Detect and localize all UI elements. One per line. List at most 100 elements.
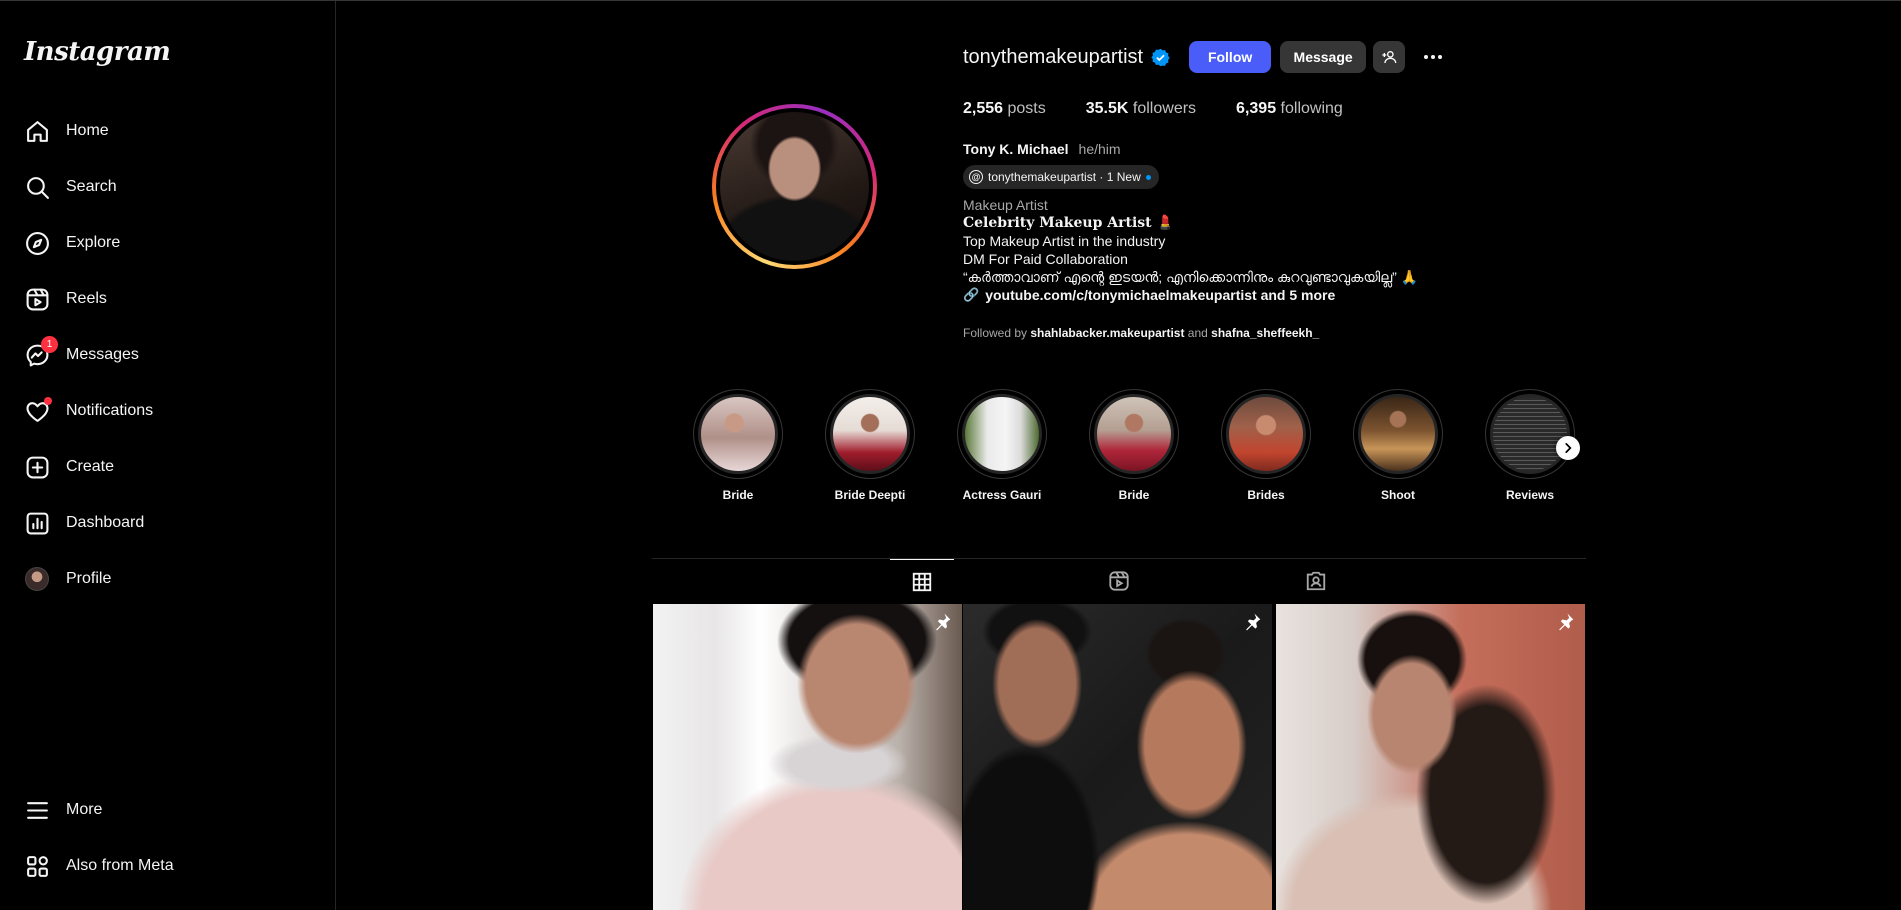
dashboard-icon [24, 510, 50, 536]
reels-icon [24, 286, 50, 312]
highlight-label: Reviews [1505, 488, 1555, 502]
name-row: Tony K. Michael he/him [963, 141, 1121, 157]
profile-username: tonythemakeupartist [963, 45, 1144, 68]
messenger-icon: 1 [24, 336, 58, 368]
followed-by-user[interactable]: shahlabacker.makeupartist [1030, 326, 1184, 340]
sidebar-item-label: More [66, 801, 103, 818]
sidebar-item-label: Home [66, 122, 109, 139]
sidebar-item-home[interactable]: Home [12, 107, 322, 155]
posts-stat: 2,556 posts [963, 100, 1046, 118]
verified-badge-icon [1151, 48, 1170, 66]
search-icon [24, 174, 50, 200]
story-highlight[interactable]: Brides [1200, 389, 1332, 502]
instagram-logo[interactable]: Instagram [24, 37, 171, 67]
tab-reels[interactable] [1087, 559, 1151, 603]
sidebar-item-label: Explore [66, 234, 121, 251]
followed-by-prefix: Followed by [963, 326, 1028, 340]
threads-badge[interactable]: @ tonythemakeupartist · 1 New [963, 165, 1159, 189]
followed-by[interactable]: Followed by shahlabacker.makeupartist an… [963, 326, 1319, 340]
sidebar-item-label: Messages [66, 346, 139, 363]
sidebar-item-notifications[interactable]: Notifications [12, 387, 322, 435]
follow-button[interactable]: Follow [1189, 41, 1272, 73]
sidebar-item-profile[interactable]: Profile [12, 555, 322, 603]
hamburger-menu-icon [24, 797, 50, 823]
sidebar-item-label: Search [66, 178, 117, 195]
tab-tagged[interactable] [1284, 559, 1348, 603]
profile-stats: 2,556 posts 35.5K followers 6,395 follow… [963, 100, 1383, 118]
posts-label: posts [1007, 100, 1046, 117]
sidebar-item-explore[interactable]: Explore [12, 219, 322, 267]
highlight-label: Bride [722, 488, 754, 502]
suggested-users-button[interactable] [1373, 41, 1406, 73]
highlight-label: Brides [1247, 488, 1285, 502]
sidebar: Instagram Home Search Explore Reels 1 Me… [0, 1, 336, 910]
sidebar-item-also-from-meta[interactable]: Also from Meta [12, 842, 322, 890]
full-name: Tony K. Michael [963, 141, 1069, 157]
messages-badge: 1 [41, 336, 58, 353]
pinned-post-icon [1242, 612, 1264, 634]
bio-line: Celebrity Makeup Artist 💄 [963, 215, 1174, 231]
ellipsis-icon [1424, 55, 1443, 59]
story-highlight[interactable]: Actress Gauri [936, 389, 1068, 502]
post-thumbnail[interactable] [1276, 604, 1585, 910]
story-highlight[interactable]: Bride Deepti [804, 389, 936, 502]
reels-icon [1109, 571, 1129, 591]
highlight-cover [1094, 394, 1174, 474]
bio-link-text: youtube.com/c/tonymichaelmakeupartist an… [985, 287, 1336, 303]
add-person-icon [1382, 51, 1397, 64]
highlight-label: Bride Deepti [834, 488, 906, 502]
followed-by-user[interactable]: shafna_sheffeekh_ [1211, 326, 1319, 340]
profile-photo [720, 112, 869, 261]
bio-link[interactable]: 🔗 youtube.com/c/tonymichaelmakeupartist … [963, 286, 1418, 304]
highlight-cover [1358, 394, 1438, 474]
followers-stat[interactable]: 35.5K followers [1086, 100, 1196, 118]
highlight-cover [1490, 394, 1570, 474]
post-thumbnail[interactable] [653, 604, 962, 910]
story-highlight[interactable]: Bride [672, 389, 804, 502]
sidebar-item-more[interactable]: More [12, 786, 322, 834]
post-thumbnail[interactable] [963, 604, 1272, 910]
bio-line: DM For Paid Collaboration [963, 251, 1128, 267]
profile-bio: Makeup Artist Celebrity Makeup Artist 💄 … [963, 196, 1418, 304]
highlight-label: Actress Gauri [962, 488, 1042, 502]
pronouns: he/him [1078, 141, 1121, 157]
more-options-button[interactable] [1421, 45, 1445, 69]
compass-icon [24, 230, 50, 256]
sidebar-item-messages[interactable]: 1 Messages [12, 331, 322, 379]
sidebar-item-search[interactable]: Search [12, 163, 322, 211]
pinned-post-icon [932, 612, 954, 634]
meta-apps-icon [24, 853, 50, 879]
sidebar-item-label: Dashboard [66, 514, 145, 531]
heart-icon [24, 397, 52, 424]
sidebar-item-label: Create [66, 458, 115, 475]
sidebar-item-dashboard[interactable]: Dashboard [12, 499, 322, 547]
tab-posts[interactable] [890, 559, 954, 603]
profile-title-row: tonythemakeupartist Follow Message [963, 41, 1445, 73]
following-count: 6,395 [1236, 100, 1277, 117]
sidebar-item-create[interactable]: Create [12, 443, 322, 491]
sidebar-item-label: Reels [66, 290, 107, 307]
link-icon: 🔗 [963, 287, 980, 302]
bio-line: Top Makeup Artist in the industry [963, 233, 1166, 249]
following-label: following [1280, 100, 1343, 117]
tagged-icon [1306, 571, 1326, 591]
posts-count: 2,556 [963, 100, 1004, 117]
message-button[interactable]: Message [1280, 41, 1367, 73]
new-indicator-dot [1145, 174, 1151, 180]
highlight-label: Shoot [1381, 488, 1415, 502]
plus-square-icon [24, 454, 50, 480]
highlight-cover [962, 394, 1042, 474]
profile-picture[interactable] [712, 104, 877, 269]
followers-label: followers [1132, 100, 1197, 117]
sidebar-item-label: Notifications [66, 402, 154, 419]
following-stat[interactable]: 6,395 following [1236, 100, 1343, 118]
sidebar-item-label: Profile [66, 570, 112, 587]
home-icon [24, 118, 50, 144]
profile-avatar [24, 566, 50, 592]
story-highlight[interactable]: Bride [1068, 389, 1200, 502]
highlight-label: Bride [1118, 488, 1150, 502]
grid-icon [912, 572, 932, 591]
story-highlight[interactable]: Shoot [1332, 389, 1464, 502]
sidebar-item-reels[interactable]: Reels [12, 275, 322, 323]
highlights-next-button[interactable] [1556, 436, 1580, 460]
